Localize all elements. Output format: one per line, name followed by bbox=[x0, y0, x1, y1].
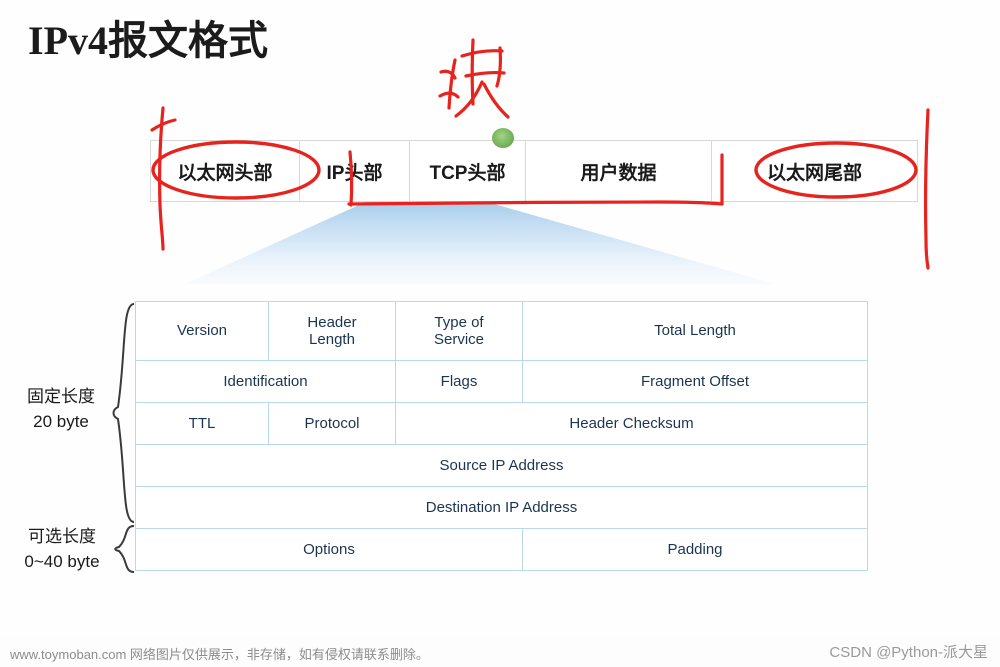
cell-version: Version bbox=[135, 301, 269, 361]
cell-ttl: TTL bbox=[135, 402, 269, 445]
optional-length-label-line1: 可选长度 bbox=[28, 527, 96, 546]
cell-padding: Padding bbox=[522, 528, 868, 571]
ethernet-header-cell: 以太网头部 bbox=[150, 141, 300, 201]
footer-watermark-left: www.toymoban.com 网络图片仅供展示，非存储，如有侵权请联系删除。 bbox=[10, 647, 429, 662]
user-data-cell: 用户数据 bbox=[526, 141, 712, 201]
ip-header-table: Version Header Length Type of Service To… bbox=[135, 301, 868, 571]
cell-header-length: Header Length bbox=[268, 301, 396, 361]
table-row: Destination IP Address bbox=[135, 486, 868, 529]
optional-length-label-line2: 0~40 byte bbox=[24, 551, 100, 571]
fixed-length-label-line1: 固定长度 bbox=[27, 387, 95, 406]
ip-header-cell: IP头部 bbox=[300, 141, 410, 201]
cell-flags: Flags bbox=[395, 360, 523, 403]
footer-watermark-right: CSDN @Python-派大星 bbox=[829, 644, 988, 661]
ethernet-trailer-cell: 以太网尾部 bbox=[712, 141, 918, 201]
cell-destination-ip-address: Destination IP Address bbox=[135, 486, 868, 529]
fixed-length-label-line2: 20 byte bbox=[33, 411, 89, 431]
table-row: Options Padding bbox=[135, 528, 868, 571]
fixed-length-label: 固定长度 20 byte bbox=[6, 385, 116, 434]
cell-fragment-offset: Fragment Offset bbox=[522, 360, 868, 403]
tcp-header-cell: TCP头部 bbox=[410, 141, 526, 201]
cursor-pointer-dot bbox=[492, 128, 514, 148]
cell-source-ip-address: Source IP Address bbox=[135, 444, 868, 487]
cell-identification: Identification bbox=[135, 360, 396, 403]
cell-header-checksum: Header Checksum bbox=[395, 402, 868, 445]
table-row: Identification Flags Fragment Offset bbox=[135, 360, 868, 403]
table-row: Version Header Length Type of Service To… bbox=[135, 301, 868, 361]
cell-protocol: Protocol bbox=[268, 402, 396, 445]
packet-structure-strip: 以太网头部 IP头部 TCP头部 用户数据 以太网尾部 bbox=[150, 140, 918, 202]
page-title: IPv4报文格式 bbox=[28, 18, 268, 63]
cell-type-of-service: Type of Service bbox=[395, 301, 523, 361]
table-row: Source IP Address bbox=[135, 444, 868, 487]
optional-length-label: 可选长度 0~40 byte bbox=[6, 525, 118, 574]
slide-canvas: IPv4报文格式 以太网头部 IP头部 TCP头部 用户数据 以太网尾部 Ver… bbox=[0, 0, 1000, 667]
funnel-shape bbox=[180, 200, 780, 286]
table-row: TTL Protocol Header Checksum bbox=[135, 402, 868, 445]
cell-total-length: Total Length bbox=[522, 301, 868, 361]
cell-options: Options bbox=[135, 528, 523, 571]
